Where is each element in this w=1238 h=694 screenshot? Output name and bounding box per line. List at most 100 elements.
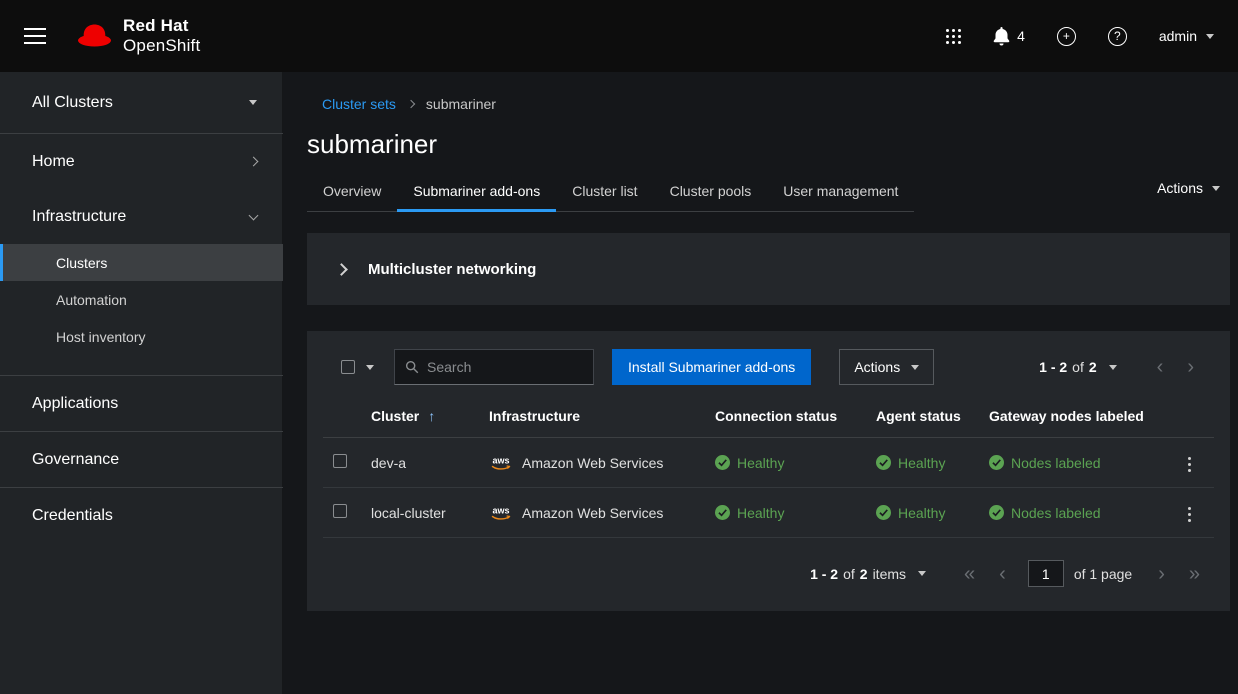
- breadcrumb: Cluster sets submariner: [322, 96, 1230, 112]
- search-icon: [405, 360, 419, 374]
- page-of-label: of 1 page: [1074, 566, 1132, 582]
- first-page-button[interactable]: «: [952, 564, 987, 584]
- nav-toggle-button[interactable]: [24, 28, 46, 44]
- check-circle-icon: [715, 505, 730, 520]
- column-header-agent-status[interactable]: Agent status: [868, 395, 981, 438]
- install-submariner-button[interactable]: Install Submariner add-ons: [612, 349, 811, 385]
- table-row: local-cluster aws Amazon Web Services: [323, 488, 1214, 538]
- caret-down-icon: [911, 365, 919, 370]
- user-menu[interactable]: admin: [1159, 28, 1214, 44]
- tab-bar: Overview Submariner add-ons Cluster list…: [307, 172, 914, 212]
- cluster-perspective-switcher[interactable]: All Clusters: [0, 72, 283, 134]
- cluster-name: dev-a: [363, 438, 481, 488]
- brand-text: Red Hat OpenShift: [123, 16, 200, 55]
- column-header-connection-status[interactable]: Connection status: [707, 395, 868, 438]
- table-row: dev-a aws Amazon Web Services: [323, 438, 1214, 488]
- next-page-button[interactable]: ›: [1175, 357, 1206, 377]
- column-header-gateway-nodes[interactable]: Gateway nodes labeled: [981, 395, 1158, 438]
- sidebar-item-applications[interactable]: Applications: [0, 376, 283, 431]
- sidebar-item-host-inventory[interactable]: Host inventory: [0, 318, 283, 355]
- prev-page-button[interactable]: ‹: [987, 564, 1018, 584]
- infrastructure-label: Amazon Web Services: [522, 455, 663, 471]
- status-label: Healthy: [737, 455, 784, 471]
- pagination-items-label: items: [873, 566, 906, 582]
- notifications-button[interactable]: 4: [993, 27, 1025, 46]
- caret-down-icon: [1212, 186, 1220, 191]
- connection-status[interactable]: Healthy: [715, 455, 860, 471]
- column-header-infrastructure[interactable]: Infrastructure: [481, 395, 707, 438]
- brand-line-1: Red Hat: [123, 16, 200, 36]
- breadcrumb-link-cluster-sets[interactable]: Cluster sets: [322, 96, 396, 112]
- table-actions-dropdown[interactable]: Actions: [839, 349, 934, 385]
- check-circle-icon: [876, 505, 891, 520]
- bulk-select-dropdown[interactable]: [331, 360, 378, 374]
- last-page-button[interactable]: »: [1177, 564, 1212, 584]
- check-circle-icon: [715, 455, 730, 470]
- apps-grid-icon: [946, 29, 961, 44]
- search-input[interactable]: [427, 359, 583, 375]
- gateway-nodes-status[interactable]: Nodes labeled: [989, 455, 1150, 471]
- sidebar-item-governance[interactable]: Governance: [0, 432, 283, 487]
- pagination-menu-toggle[interactable]: 1 - 2 of 2: [1039, 359, 1117, 375]
- pagination-total: 2: [1089, 359, 1097, 375]
- svg-text:aws: aws: [492, 456, 509, 466]
- tab-cluster-pools[interactable]: Cluster pools: [654, 172, 768, 212]
- items-per-page-toggle[interactable]: 1 - 2 of 2 items: [810, 566, 926, 582]
- sidebar-item-infrastructure[interactable]: Infrastructure: [0, 189, 283, 244]
- bulk-select-checkbox[interactable]: [341, 360, 355, 374]
- chevron-right-icon: [249, 157, 259, 167]
- status-label: Healthy: [737, 505, 784, 521]
- sidebar-item-label: Automation: [56, 292, 127, 308]
- clusters-table: Cluster ↑ Infrastructure Connection stat…: [323, 395, 1214, 538]
- row-kebab-button[interactable]: [1180, 501, 1199, 528]
- tab-overview[interactable]: Overview: [307, 172, 397, 212]
- multicluster-networking-section[interactable]: Multicluster networking: [307, 233, 1230, 305]
- pagination-of-label: of: [843, 566, 855, 582]
- table-actions-label: Actions: [854, 359, 900, 375]
- sidebar-item-clusters[interactable]: Clusters: [0, 244, 283, 281]
- tab-bar-row: Overview Submariner add-ons Cluster list…: [307, 172, 1230, 212]
- tab-submariner-add-ons[interactable]: Submariner add-ons: [397, 172, 556, 212]
- infrastructure-label: Amazon Web Services: [522, 505, 663, 521]
- sidebar-item-credentials[interactable]: Credentials: [0, 488, 283, 543]
- connection-status[interactable]: Healthy: [715, 505, 860, 521]
- sidebar-item-automation[interactable]: Automation: [0, 281, 283, 318]
- perspective-switcher-label: All Clusters: [32, 94, 113, 112]
- page-actions-dropdown[interactable]: Actions: [1157, 180, 1220, 212]
- pagination-of-label: of: [1072, 359, 1084, 375]
- help-button[interactable]: ?: [1108, 27, 1127, 46]
- openshift-logo[interactable]: Red Hat OpenShift: [76, 16, 200, 55]
- sidebar-item-label: Applications: [32, 395, 118, 413]
- bell-icon: [993, 27, 1010, 46]
- tab-cluster-list[interactable]: Cluster list: [556, 172, 653, 212]
- pagination-range: 1 - 2: [1039, 359, 1067, 375]
- apps-launcher-button[interactable]: [946, 29, 961, 44]
- page-layout: All Clusters Home Infrastructure Cluster…: [0, 72, 1238, 694]
- column-header-cluster[interactable]: Cluster ↑: [363, 395, 481, 438]
- status-label: Nodes labeled: [1011, 505, 1101, 521]
- gateway-nodes-status[interactable]: Nodes labeled: [989, 505, 1150, 521]
- brand-line-2: OpenShift: [123, 36, 200, 56]
- row-checkbox[interactable]: [333, 454, 347, 468]
- agent-status[interactable]: Healthy: [876, 455, 973, 471]
- row-checkbox[interactable]: [333, 504, 347, 518]
- page-number-input[interactable]: [1028, 560, 1064, 587]
- next-page-button[interactable]: ›: [1146, 564, 1177, 584]
- cluster-name: local-cluster: [363, 488, 481, 538]
- tab-user-management[interactable]: User management: [767, 172, 914, 212]
- caret-down-icon: [918, 571, 926, 576]
- row-kebab-button[interactable]: [1180, 451, 1199, 478]
- agent-status[interactable]: Healthy: [876, 505, 973, 521]
- sidebar-item-home[interactable]: Home: [0, 134, 283, 189]
- submariner-addons-panel: Install Submariner add-ons Actions 1 - 2…: [307, 331, 1230, 611]
- masthead-actions: 4 + ? admin: [946, 27, 1214, 46]
- caret-down-icon: [1206, 34, 1214, 39]
- caret-down-icon: [249, 100, 257, 105]
- breadcrumb-current: submariner: [426, 96, 496, 112]
- prev-page-button[interactable]: ‹: [1145, 357, 1176, 377]
- section-title: Multicluster networking: [368, 261, 536, 278]
- caret-down-icon: [1109, 365, 1117, 370]
- infrastructure-cell: aws Amazon Web Services: [489, 455, 699, 471]
- add-button[interactable]: +: [1057, 27, 1076, 46]
- svg-text:aws: aws: [492, 506, 509, 516]
